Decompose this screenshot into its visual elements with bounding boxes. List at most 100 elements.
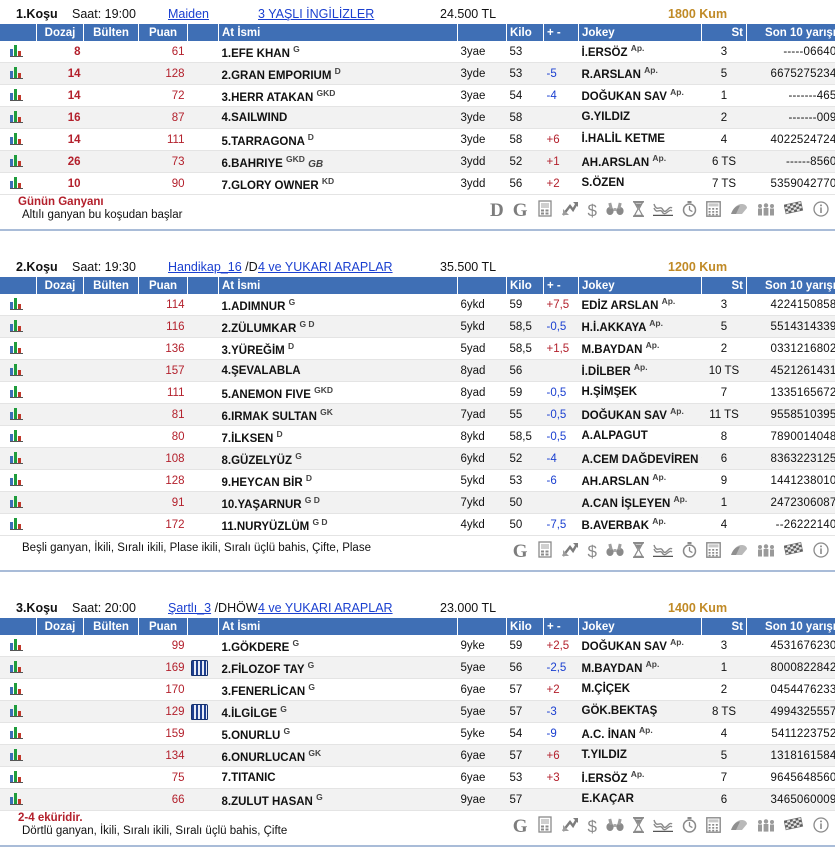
g-letter-icon[interactable]: G: [513, 817, 528, 836]
cell-jokey[interactable]: G.YILDIZ: [579, 107, 702, 129]
cell-jokey[interactable]: İ.ERSÖZ Ap.: [579, 767, 702, 789]
form-chart-icon[interactable]: [10, 45, 23, 57]
cell-chart[interactable]: [0, 129, 37, 151]
dollar-icon[interactable]: $: [588, 818, 597, 835]
cell-chart[interactable]: [0, 404, 37, 426]
cell-chart[interactable]: [0, 745, 37, 767]
cell-jokey[interactable]: EDİZ ARSLAN Ap.: [579, 294, 702, 316]
table-row[interactable]: 17211.NURYÜZLÜM G D4ykd50-7,5B.AVERBAK A…: [0, 514, 835, 536]
form-chart-icon[interactable]: [10, 177, 23, 189]
cell-jokey[interactable]: AH.ARSLAN Ap.: [579, 151, 702, 173]
table-row[interactable]: 991.GÖKDERE G9yke59+2,5DOĞUKAN SAV Ap.34…: [0, 635, 835, 657]
graph-line-icon[interactable]: [653, 818, 673, 835]
cell-chart[interactable]: [0, 514, 37, 536]
cell-chart[interactable]: [0, 635, 37, 657]
race-toolbar[interactable]: G$: [513, 811, 829, 841]
cell-chart[interactable]: [0, 470, 37, 492]
cell-chart[interactable]: [0, 107, 37, 129]
hourglass-icon[interactable]: [633, 817, 644, 836]
cell-horse-name[interactable]: 5.ONURLU G: [219, 723, 458, 745]
form-chart-icon[interactable]: [10, 793, 23, 805]
cell-jokey[interactable]: H.İ.AKKAYA Ap.: [579, 316, 702, 338]
table-row[interactable]: 1141.ADIMNUR G6ykd59+7,5EDİZ ARSLAN Ap.3…: [0, 294, 835, 316]
form-chart-icon[interactable]: [10, 111, 23, 123]
table-row[interactable]: 807.İLKSEN D8ykd58,5-0,5A.ALPAGUT8789001…: [0, 426, 835, 448]
form-chart-icon[interactable]: [10, 749, 23, 761]
cell-jokey[interactable]: DOĞUKAN SAV Ap.: [579, 85, 702, 107]
binoculars-icon[interactable]: [606, 543, 624, 560]
cell-chart[interactable]: [0, 63, 37, 85]
cell-chart[interactable]: [0, 657, 37, 679]
cell-horse-name[interactable]: 7.GLORY OWNER KD: [219, 173, 458, 195]
cell-horse-name[interactable]: 1.ADIMNUR G: [219, 294, 458, 316]
cell-chart[interactable]: [0, 448, 37, 470]
cell-horse-name[interactable]: 1.GÖKDERE G: [219, 635, 458, 657]
cell-chart[interactable]: [0, 85, 37, 107]
cell-jokey[interactable]: İ.DİLBER Ap.: [579, 360, 702, 382]
race-toolbar[interactable]: DG$: [490, 195, 829, 225]
cell-horse-name[interactable]: 6.IRMAK SULTAN GK: [219, 404, 458, 426]
calculator-icon[interactable]: [706, 817, 721, 836]
race-toolbar[interactable]: G$: [513, 536, 829, 566]
stopwatch-icon[interactable]: [682, 542, 697, 561]
cell-horse-name[interactable]: 2.GRAN EMPORIUM D: [219, 63, 458, 85]
horse-icon[interactable]: [730, 202, 748, 219]
table-row[interactable]: 141115.TARRAGONA D3yde58+6İ.HALİL KETME4…: [0, 129, 835, 151]
cell-chart[interactable]: [0, 679, 37, 701]
cell-jokey[interactable]: R.ARSLAN Ap.: [579, 63, 702, 85]
cell-horse-name[interactable]: 6.BAHRIYE GKD GB: [219, 151, 458, 173]
form-chart-icon[interactable]: [10, 727, 23, 739]
cell-jokey[interactable]: M.ÇİÇEK: [579, 679, 702, 701]
horse-icon[interactable]: [730, 543, 748, 560]
race-type-link[interactable]: Şartlı_3: [168, 601, 211, 615]
cell-horse-name[interactable]: 9.HEYCAN BİR D: [219, 470, 458, 492]
cell-horse-name[interactable]: 7.İLKSEN D: [219, 426, 458, 448]
dollar-icon[interactable]: $: [588, 543, 597, 560]
cell-horse-name[interactable]: 4.ŞEVALABLA: [219, 360, 458, 382]
cell-jokey[interactable]: E.KAÇAR: [579, 789, 702, 811]
table-row[interactable]: 26736.BAHRIYE GKD GB3ydd52+1AH.ARSLAN Ap…: [0, 151, 835, 173]
cell-horse-name[interactable]: 1.EFE KHAN G: [219, 41, 458, 63]
cell-jokey[interactable]: İ.HALİL KETME: [579, 129, 702, 151]
race-class-link[interactable]: 3 YAŞLI İNGİLİZLER: [258, 7, 374, 21]
table-row[interactable]: 1363.YÜREĞİM D5yad58,5+1,5M.BAYDAN Ap.20…: [0, 338, 835, 360]
finish-flag-icon[interactable]: [784, 201, 804, 219]
cell-horse-name[interactable]: 8.GÜZELYÜZ G: [219, 448, 458, 470]
form-chart-icon[interactable]: [10, 408, 23, 420]
form-chart-icon[interactable]: [10, 639, 23, 651]
table-row[interactable]: 141282.GRAN EMPORIUM D3yde53-5R.ARSLAN A…: [0, 63, 835, 85]
stopwatch-icon[interactable]: [682, 201, 697, 220]
calculator-icon[interactable]: [706, 201, 721, 220]
cell-horse-name[interactable]: 3.FENERLİCAN G: [219, 679, 458, 701]
cell-horse-name[interactable]: 5.ANEMON FIVE GKD: [219, 382, 458, 404]
form-chart-icon[interactable]: [10, 430, 23, 442]
table-row[interactable]: 1703.FENERLİCAN G6yae57+2M.ÇİÇEK20454476…: [0, 679, 835, 701]
info-icon[interactable]: [813, 542, 829, 561]
cell-horse-name[interactable]: 3.HERR ATAKAN GKD: [219, 85, 458, 107]
finish-flag-icon[interactable]: [784, 542, 804, 560]
cell-chart[interactable]: [0, 151, 37, 173]
cell-jokey[interactable]: A.CAN İŞLEYEN Ap.: [579, 492, 702, 514]
table-row[interactable]: 1088.GÜZELYÜZ G6ykd52-4A.CEM DAĞDEVİREN …: [0, 448, 835, 470]
cell-horse-name[interactable]: 8.ZULUT HASAN G: [219, 789, 458, 811]
trend-arrow-icon[interactable]: [562, 542, 579, 561]
cell-horse-name[interactable]: 2.ZÜLUMKAR G D: [219, 316, 458, 338]
cell-jokey[interactable]: M.BAYDAN Ap.: [579, 657, 702, 679]
form-chart-icon[interactable]: [10, 452, 23, 464]
form-chart-icon[interactable]: [10, 155, 23, 167]
table-row[interactable]: 16874.SAILWIND3yde58G.YILDIZ2-------009-…: [0, 107, 835, 129]
table-row[interactable]: 1294.İLGİLGE G5yae57-3GÖK.BEKTAŞ8 TS4994…: [0, 701, 835, 723]
table-row[interactable]: 1692.FİLOZOF TAY G5yae56-2,5M.BAYDAN Ap.…: [0, 657, 835, 679]
table-row[interactable]: 1595.ONURLU G5yke54-9A.C. İNAN Ap.454112…: [0, 723, 835, 745]
form-chart-icon[interactable]: [10, 89, 23, 101]
cell-jokey[interactable]: A.ALPAGUT: [579, 426, 702, 448]
cell-chart[interactable]: [0, 492, 37, 514]
cell-chart[interactable]: [0, 294, 37, 316]
table-row[interactable]: 14723.HERR ATAKAN GKD3yae54-4DOĞUKAN SAV…: [0, 85, 835, 107]
form-chart-icon[interactable]: [10, 771, 23, 783]
graph-line-icon[interactable]: [653, 202, 673, 219]
cell-chart[interactable]: [0, 41, 37, 63]
cell-jokey[interactable]: AH.ARSLAN Ap.: [579, 470, 702, 492]
finish-flag-icon[interactable]: [784, 817, 804, 835]
form-chart-icon[interactable]: [10, 683, 23, 695]
